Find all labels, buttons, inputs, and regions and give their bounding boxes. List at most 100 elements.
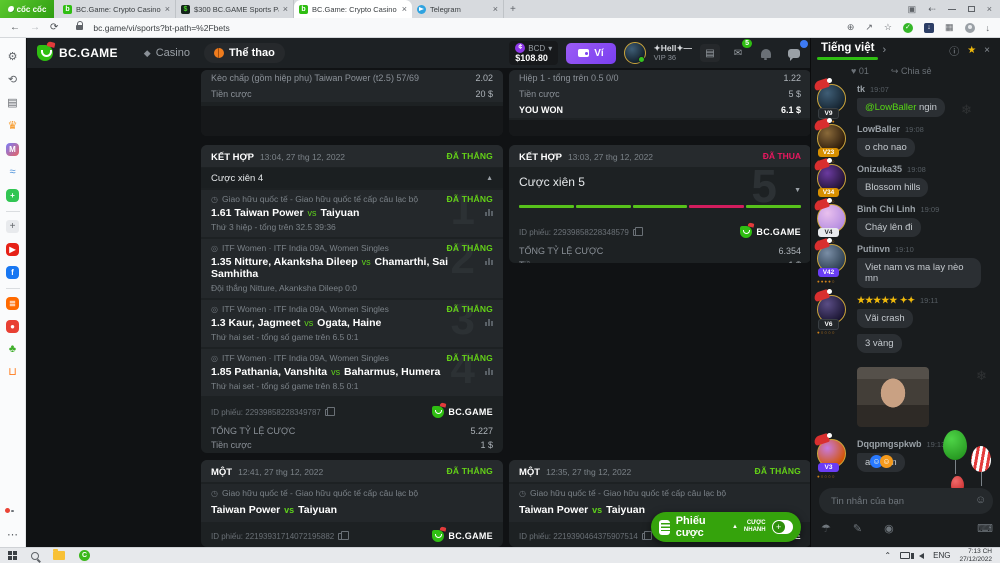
sidebar-shortcut-icon[interactable]: + <box>0 184 26 207</box>
new-tab-button[interactable]: + <box>510 4 516 15</box>
sidebar-shortcut-icon[interactable]: ▶ <box>0 238 26 261</box>
chevron-right-icon[interactable]: › <box>882 44 886 56</box>
browser-tab[interactable]: $300 BC.GAME Sports Parlay × <box>176 0 294 18</box>
tab-close-icon[interactable]: × <box>283 4 288 14</box>
balance-selector[interactable]: ¢ BCD ▾ $108.80 <box>509 41 558 65</box>
url-text[interactable]: bc.game/vi/sports?bt-path=%2Fbets <box>93 23 229 33</box>
reload-icon[interactable]: ⟳ <box>50 22 58 33</box>
reaction-emojis[interactable]: ☺☺ <box>873 455 893 468</box>
sidebar-shortcut-icon[interactable]: ≣ <box>0 292 26 315</box>
quick-bet-toggle[interactable]: + <box>772 520 793 534</box>
share-icon[interactable]: ↗ <box>865 22 873 33</box>
window-maximize-button[interactable] <box>968 6 975 12</box>
sidebar-shortcut-icon[interactable]: ⊔ <box>0 361 26 384</box>
download-manager-icon[interactable]: ↓ <box>924 23 934 33</box>
bet-card-single-left[interactable]: MỘT12:41, 27 thg 12, 2022ĐÃ THẮNG ◷Giao … <box>201 460 503 547</box>
back-icon[interactable]: ← <box>10 22 20 33</box>
extension-icon[interactable]: ▦ <box>945 22 954 33</box>
taskbar-search-icon[interactable] <box>31 552 39 560</box>
tab-close-icon[interactable]: × <box>402 4 407 14</box>
mail-icon[interactable]: ✉5 <box>728 44 748 62</box>
tab-close-icon[interactable]: × <box>165 4 170 14</box>
gif-icon[interactable]: ◉ <box>884 522 894 535</box>
rules-icon[interactable]: ✎ <box>853 522 862 535</box>
bell-icon[interactable] <box>756 44 776 62</box>
tab-search-icon[interactable]: ▣ <box>908 4 917 15</box>
downloads-icon[interactable]: ↓ <box>986 23 991 33</box>
like-count[interactable]: ♥ 01 <box>851 66 869 77</box>
copy-icon[interactable] <box>338 533 344 540</box>
info-icon[interactable]: ⓘ <box>949 43 959 58</box>
parlay-collapsed-body[interactable]: 5 Cược xiên 5 ▼ <box>509 167 810 218</box>
sidebar-shortcut-icon[interactable]: M <box>0 138 26 161</box>
file-explorer-icon[interactable] <box>53 551 65 560</box>
sidebar-shortcut-icon[interactable]: ♣ <box>0 338 26 361</box>
sidebar-shortcut-icon[interactable]: ▤ <box>0 92 26 115</box>
bet-leg[interactable]: 3 ◎ITF Women · ITF India 09A, Women Sing… <box>201 300 503 347</box>
sidebar-shortcut-icon[interactable]: ♛ <box>0 115 26 138</box>
sidebar-shortcut-icon[interactable]: ⟲ <box>0 69 26 92</box>
bet-leg[interactable]: 4 ◎ITF Women · ITF India 09A, Women Sing… <box>201 349 503 396</box>
volume-icon[interactable] <box>919 553 924 559</box>
betslip-button[interactable]: Phiếu cược ▲ CƯỢCNHANH + <box>651 512 801 542</box>
stats-icon[interactable] <box>485 258 493 265</box>
bcgame-logo[interactable]: BC.GAME <box>37 45 118 61</box>
share-action[interactable]: ↪ Chia sẻ <box>891 66 932 77</box>
window-close-button[interactable]: × <box>987 4 992 14</box>
stats-icon[interactable] <box>485 319 493 326</box>
chat-username[interactable]: Dqqpmgspkwb <box>857 439 922 449</box>
sidebar-shortcut-icon[interactable]: f <box>0 261 26 284</box>
taskbar-clock[interactable]: 7:13 CH 27/12/2022 <box>959 548 992 563</box>
sidebar-shortcut-icon[interactable]: ≈ <box>0 161 26 184</box>
emoji-picker-icon[interactable]: ☺ <box>975 494 986 506</box>
trophy-icon[interactable]: ★ <box>967 45 976 56</box>
bookmark-star-icon[interactable]: ☆ <box>884 22 892 33</box>
sidebar-shortcut-icon[interactable] <box>0 207 26 215</box>
bet-card-partial-right[interactable]: Hiệp 1 - tổng trên 0.5 0/01.22Tiền cược5… <box>509 70 810 136</box>
chat-username[interactable]: Bình Chi Linh <box>857 204 916 214</box>
forward-icon[interactable]: → <box>30 22 40 33</box>
adblock-icon[interactable]: ✓ <box>903 23 913 33</box>
sidebar-shortcut-icon[interactable] <box>0 384 26 501</box>
chat-username[interactable]: Onizuka35 <box>857 164 902 174</box>
save-page-icon[interactable]: ⊕ <box>847 22 855 33</box>
bet-list-icon[interactable]: ▤ <box>700 44 720 62</box>
lock-icon[interactable] <box>76 25 83 30</box>
sidebar-shortcut-icon[interactable]: ⋯ <box>0 524 26 547</box>
chat-toggle-icon[interactable] <box>784 44 804 62</box>
collapse-icon[interactable]: ▲ <box>486 175 493 182</box>
chat-username[interactable]: ★★★★★ ✦✦ <box>857 295 915 306</box>
network-icon[interactable] <box>900 552 910 559</box>
mention-label[interactable]: @LowBaller <box>865 102 916 113</box>
wallet-button[interactable]: Ví <box>566 43 615 64</box>
browser-tab[interactable]: BC.Game: Crypto Casino Gan × <box>294 0 412 18</box>
chat-username[interactable]: LowBaller <box>857 124 900 134</box>
stats-icon[interactable] <box>485 368 493 375</box>
language-indicator[interactable]: ENG <box>933 551 950 560</box>
copy-icon[interactable] <box>325 409 331 416</box>
window-minimize-button[interactable] <box>948 9 956 10</box>
nav-sports[interactable]: Thể thao <box>204 43 285 63</box>
sidebar-shortcut-icon[interactable]: ⚙ <box>0 46 26 69</box>
bet-leg[interactable]: 1 ◷Giao hữu quốc tế - Giao hữu quốc tế c… <box>201 190 503 237</box>
panel-toggle-icon[interactable]: ⇠ <box>928 4 936 15</box>
sidebar-shortcut-icon[interactable] <box>0 501 26 524</box>
copy-icon[interactable] <box>642 533 648 540</box>
chat-username[interactable]: Putinvn <box>857 244 890 254</box>
user-avatar[interactable] <box>624 42 646 64</box>
sidebar-shortcut-icon[interactable]: ● <box>0 315 26 338</box>
tray-expand-icon[interactable]: ⌃ <box>884 551 891 560</box>
sidebar-shortcut-icon[interactable]: + <box>0 215 26 238</box>
browser-tab[interactable]: Telegram × <box>412 0 504 18</box>
expand-icon[interactable]: ▼ <box>794 187 801 194</box>
chat-close-icon[interactable]: × <box>984 45 990 56</box>
coccoc-taskbar-icon[interactable]: C <box>79 550 90 561</box>
start-button[interactable] <box>8 551 17 560</box>
browser-profile-avatar[interactable] <box>965 23 975 33</box>
chat-username[interactable]: tk <box>857 84 865 94</box>
rain-icon[interactable]: ☂ <box>821 522 831 535</box>
copy-icon[interactable] <box>633 229 639 236</box>
tab-close-icon[interactable]: × <box>493 4 498 14</box>
nav-casino[interactable]: ◆ Casino <box>144 47 190 59</box>
keyboard-icon[interactable]: ⌨ <box>977 522 993 535</box>
